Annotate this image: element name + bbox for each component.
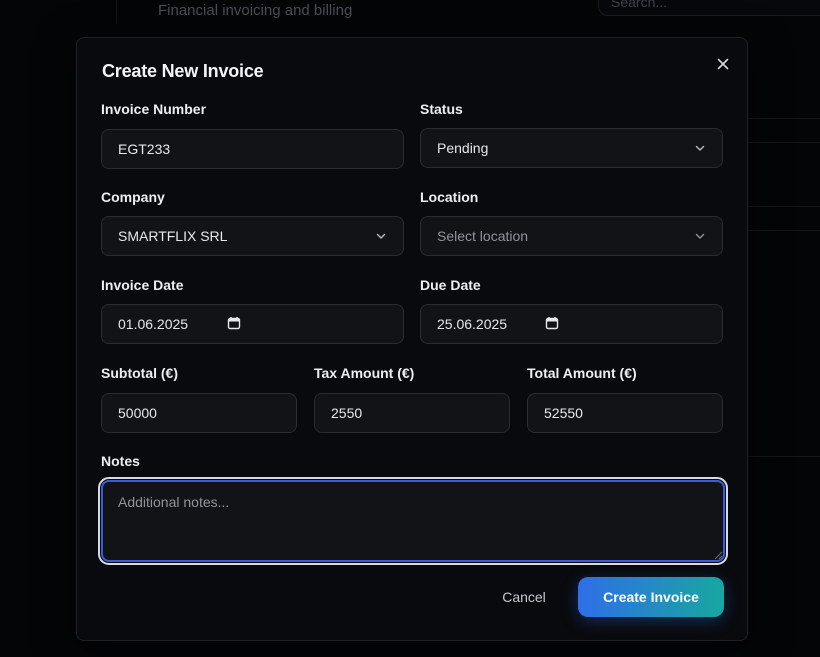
invoice-number-value: EGT233 [118, 141, 171, 157]
status-select[interactable]: Pending [420, 128, 723, 168]
background-table-divider [748, 456, 820, 457]
background-table-divider [748, 142, 820, 143]
subtotal-label: Subtotal (€) [101, 365, 178, 381]
notes-label: Notes [101, 453, 140, 469]
resize-grip-icon[interactable] [714, 551, 723, 560]
invoice-date-label: Invoice Date [101, 277, 184, 293]
status-label: Status [420, 101, 463, 117]
tax-amount-label: Tax Amount (€) [314, 365, 415, 381]
invoice-date-input[interactable]: 01.06.2025 [101, 304, 404, 344]
close-icon [717, 58, 729, 70]
create-invoice-button[interactable]: Create Invoice [578, 577, 724, 617]
company-label: Company [101, 189, 165, 205]
background-divider [116, 0, 117, 24]
due-date-input[interactable]: 25.06.2025 [420, 304, 723, 344]
calendar-icon[interactable] [545, 316, 559, 330]
cancel-button[interactable]: Cancel [487, 578, 561, 616]
location-label: Location [420, 189, 479, 205]
invoice-date-value: 01.06.2025 [118, 316, 189, 332]
invoice-number-input[interactable]: EGT233 [101, 129, 404, 169]
background-page-subtitle: Financial invoicing and billing [158, 2, 353, 19]
invoice-number-label: Invoice Number [101, 101, 207, 117]
notes-textarea[interactable] [98, 477, 728, 565]
close-button[interactable] [713, 54, 733, 74]
company-value: SMARTFLIX SRL [118, 228, 228, 244]
status-value: Pending [437, 140, 489, 156]
location-select[interactable]: Select location [420, 216, 723, 256]
chevron-down-icon [695, 145, 705, 151]
chevron-down-icon [376, 233, 386, 239]
due-date-value: 25.06.2025 [437, 316, 508, 332]
background-table-divider [748, 118, 820, 119]
tax-amount-input[interactable]: 2550 [314, 393, 510, 433]
subtotal-value: 50000 [118, 405, 157, 421]
tax-amount-value: 2550 [331, 405, 363, 421]
total-amount-value: 52550 [544, 405, 583, 421]
subtotal-input[interactable]: 50000 [101, 393, 297, 433]
dialog-title: Create New Invoice [102, 61, 264, 81]
due-date-label: Due Date [420, 277, 481, 293]
create-invoice-dialog: Create New Invoice Invoice Number EGT233… [76, 37, 748, 641]
company-select[interactable]: SMARTFLIX SRL [101, 216, 404, 256]
chevron-down-icon [695, 233, 705, 239]
background-table-divider [748, 206, 820, 207]
location-placeholder: Select location [437, 228, 529, 244]
background-table-divider [748, 230, 820, 231]
background-search-input: Search... [598, 0, 820, 16]
calendar-icon[interactable] [227, 316, 241, 330]
total-amount-input[interactable]: 52550 [527, 393, 723, 433]
total-amount-label: Total Amount (€) [527, 365, 637, 381]
